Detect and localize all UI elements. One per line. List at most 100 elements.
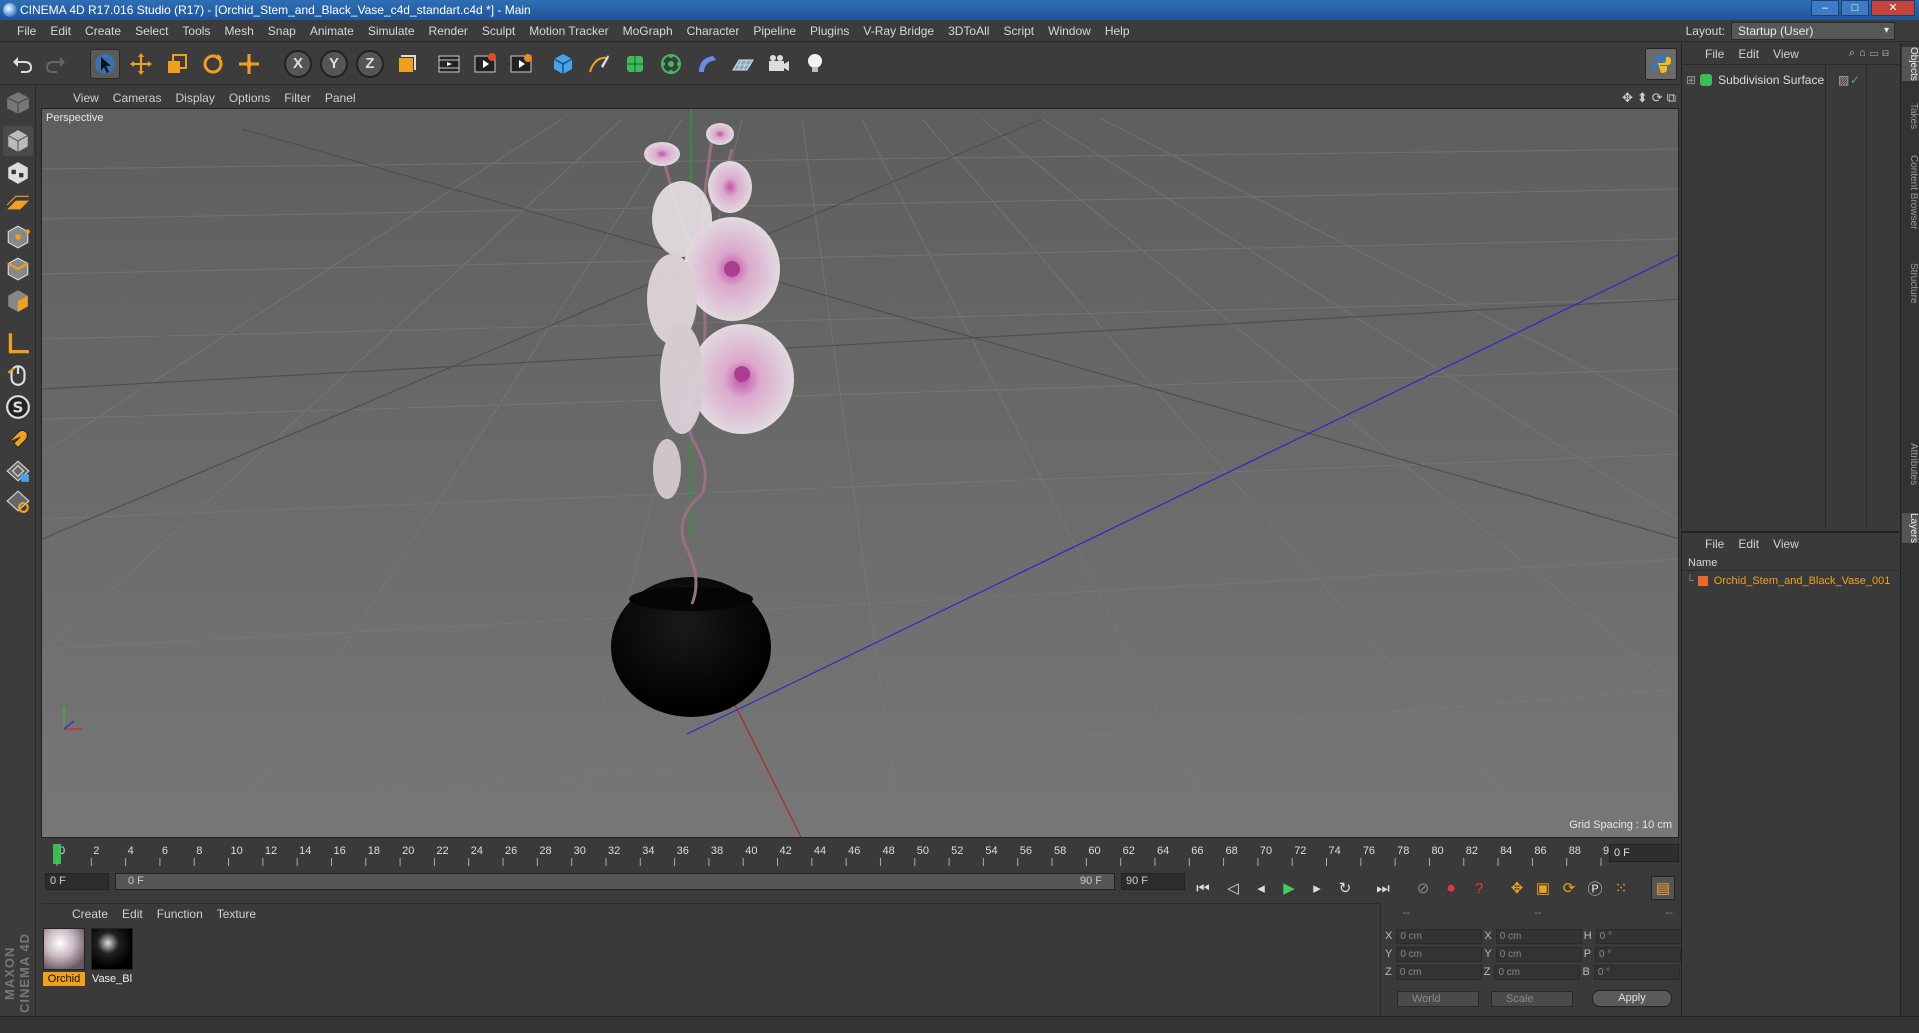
goto-start-icon[interactable]: ⏮ xyxy=(1191,876,1215,900)
layer-menu-file[interactable]: File xyxy=(1698,537,1731,551)
autokey-icon[interactable]: ⏺ xyxy=(1439,876,1463,900)
menu-plugins[interactable]: Plugins xyxy=(803,20,856,42)
object-menu-view[interactable]: View xyxy=(1766,47,1806,61)
side-tab-layers[interactable]: Layers xyxy=(1902,513,1919,544)
current-frame-field[interactable]: 0 F xyxy=(1609,844,1679,862)
viewport-menu-options[interactable]: Options xyxy=(222,91,277,105)
expand-toggle-icon[interactable]: ⊞ xyxy=(1686,73,1696,87)
layer-menu-edit[interactable]: Edit xyxy=(1731,537,1766,551)
coordinate-system-icon[interactable] xyxy=(392,49,422,79)
menu-animate[interactable]: Animate xyxy=(303,20,361,42)
key-rotation-icon[interactable]: ⟳ xyxy=(1557,876,1581,900)
make-editable-icon[interactable] xyxy=(3,88,33,118)
layout-dropdown[interactable]: Startup (User) xyxy=(1731,22,1895,40)
x-axis-lock-button[interactable]: X xyxy=(284,50,312,78)
tweak-mode-icon[interactable] xyxy=(3,360,33,390)
layer-row[interactable]: └ Orchid_Stem_and_Black_Vase_001 xyxy=(1686,575,1890,587)
layer-menu-view[interactable]: View xyxy=(1766,537,1806,551)
rotation-b-field[interactable]: 0 ° xyxy=(1593,964,1680,980)
coord-space-dropdown[interactable]: World xyxy=(1397,991,1479,1007)
apply-button[interactable]: Apply xyxy=(1592,990,1672,1007)
magnet-brush-icon[interactable] xyxy=(3,424,33,454)
deformer-bend-icon[interactable] xyxy=(692,49,722,79)
close-button[interactable]: ✕ xyxy=(1871,0,1915,16)
planar-workplane-icon[interactable] xyxy=(3,486,33,516)
menu-edit[interactable]: Edit xyxy=(43,20,78,42)
rotate-tool-icon[interactable] xyxy=(198,49,228,79)
menu-snap[interactable]: Snap xyxy=(261,20,303,42)
render-settings-icon[interactable] xyxy=(506,49,536,79)
object-menu-edit[interactable]: Edit xyxy=(1731,47,1766,61)
object-menu-file[interactable]: File xyxy=(1698,47,1731,61)
spline-pen-icon[interactable] xyxy=(584,49,614,79)
viewport-menu-filter[interactable]: Filter xyxy=(277,91,318,105)
move-tool-icon[interactable] xyxy=(126,49,156,79)
key-parameter-icon[interactable]: Ⓟ xyxy=(1583,876,1607,900)
object-search-icons[interactable]: ⌕⌂▭⊟ xyxy=(1849,47,1893,60)
polygons-mode-icon[interactable] xyxy=(3,286,33,316)
previous-frame-icon[interactable]: ◂ xyxy=(1249,876,1273,900)
light-object-icon[interactable] xyxy=(800,49,830,79)
play-icon[interactable]: ▶ xyxy=(1277,876,1301,900)
nurbs-subdivision-icon[interactable] xyxy=(620,49,650,79)
position-x-field[interactable]: 0 cm xyxy=(1396,928,1483,944)
side-tab-content-browser[interactable]: Content Browser xyxy=(1902,155,1919,229)
size-y-field[interactable]: 0 cm xyxy=(1495,946,1582,962)
menu-tools[interactable]: Tools xyxy=(175,20,217,42)
snapping-icon[interactable]: S xyxy=(3,392,33,422)
side-tab-structure[interactable]: Structure xyxy=(1902,263,1919,304)
python-script-icon[interactable] xyxy=(1645,48,1677,80)
enabled-check-icon[interactable]: ✓ xyxy=(1850,73,1860,87)
key-position-icon[interactable]: ✥ xyxy=(1505,876,1529,900)
material-menu-create[interactable]: Create xyxy=(65,907,115,921)
floor-object-icon[interactable] xyxy=(728,49,758,79)
timeline-window-icon[interactable]: ▤ xyxy=(1651,876,1675,900)
render-picture-viewer-icon[interactable] xyxy=(470,49,500,79)
toggle-views-icon[interactable]: ⧉ xyxy=(1667,90,1676,106)
menu-motion-tracker[interactable]: Motion Tracker xyxy=(522,20,615,42)
rotation-p-field[interactable]: 0 ° xyxy=(1595,946,1682,962)
cube-primitive-icon[interactable] xyxy=(548,49,578,79)
select-cursor-icon[interactable] xyxy=(90,49,120,79)
viewport-menu-panel[interactable]: Panel xyxy=(318,91,363,105)
loop-icon[interactable]: ↻ xyxy=(1333,876,1357,900)
transform-tool-icon[interactable] xyxy=(234,49,264,79)
locked-workplane-icon[interactable] xyxy=(3,456,33,486)
minimize-button[interactable]: – xyxy=(1811,0,1839,16)
viewport-menu-display[interactable]: Display xyxy=(168,91,221,105)
size-z-field[interactable]: 0 cm xyxy=(1494,964,1581,980)
material-menu-edit[interactable]: Edit xyxy=(115,907,150,921)
material-vase[interactable]: Vase_Bl xyxy=(91,928,133,988)
dolly-view-icon[interactable]: ⬍ xyxy=(1637,90,1648,106)
material-orchid[interactable]: Orchid xyxy=(43,928,85,988)
goto-end-icon[interactable]: ⏭ xyxy=(1371,876,1395,900)
side-tab-attributes[interactable]: Attributes xyxy=(1902,443,1919,485)
previous-key-icon[interactable]: ◁ xyxy=(1221,876,1245,900)
menu-pipeline[interactable]: Pipeline xyxy=(746,20,803,42)
camera-object-icon[interactable] xyxy=(764,49,794,79)
redo-icon[interactable] xyxy=(40,49,70,79)
object-row-subdivision[interactable]: ⊞ Subdivision Surface ▨ ✓ xyxy=(1686,71,1896,89)
start-frame-field[interactable]: 0 F xyxy=(45,873,109,890)
menu-render[interactable]: Render xyxy=(422,20,475,42)
workplane-mode-icon[interactable] xyxy=(3,190,33,220)
menu-window[interactable]: Window xyxy=(1041,20,1098,42)
z-axis-lock-button[interactable]: Z xyxy=(356,50,384,78)
menu-select[interactable]: Select xyxy=(128,20,175,42)
menu-v-ray-bridge[interactable]: V-Ray Bridge xyxy=(856,20,941,42)
key-pla-icon[interactable]: ⁙ xyxy=(1609,876,1633,900)
menu-character[interactable]: Character xyxy=(680,20,747,42)
position-y-field[interactable]: 0 cm xyxy=(1396,946,1483,962)
timeline-ruler[interactable]: 0 2 4 6 8 10 12 14 16 18 20 22 24 26 28 30 32 34 36 38 40 42 4… xyxy=(41,842,1679,866)
menu-sculpt[interactable]: Sculpt xyxy=(475,20,522,42)
pan-view-icon[interactable]: ✥ xyxy=(1622,90,1633,106)
points-mode-icon[interactable] xyxy=(3,222,33,252)
layer-tag-icon[interactable]: ▨ xyxy=(1838,73,1849,87)
axis-mode-icon[interactable] xyxy=(3,328,33,358)
record-keys-icon[interactable]: ⊘ xyxy=(1411,876,1435,900)
position-z-field[interactable]: 0 cm xyxy=(1395,964,1482,980)
end-frame-field[interactable]: 90 F xyxy=(1121,873,1185,890)
size-x-field[interactable]: 0 cm xyxy=(1495,928,1582,944)
black-vase[interactable] xyxy=(611,577,771,717)
viewport-menu-cameras[interactable]: Cameras xyxy=(106,91,169,105)
